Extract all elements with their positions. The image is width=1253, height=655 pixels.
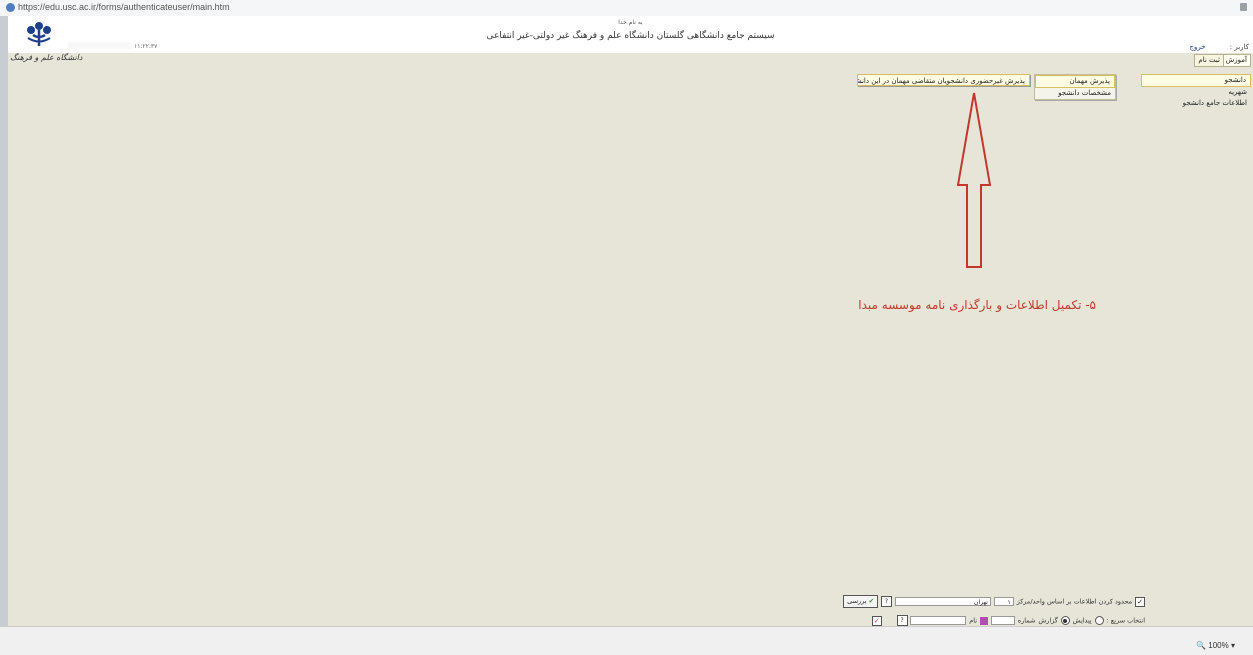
check-icon: ✔ <box>868 597 875 605</box>
site-identity-icon[interactable] <box>6 3 15 12</box>
browser-status-bar: 🔍 100% ▾ <box>0 626 1253 655</box>
center-name-input[interactable]: تهران <box>894 597 991 606</box>
sidebar-item-shahrie[interactable]: شهریه <box>1141 87 1251 98</box>
quick-select-label: انتخاب سریع : <box>1106 616 1146 625</box>
annotation-arrow-icon <box>956 92 992 268</box>
barrasi-label: بررسی <box>847 597 867 605</box>
app-frame: به نام خدا سیستم جامع دانشگاهی گلستان دا… <box>8 16 1253 626</box>
tab-bar: دانشگاه علم و فرهنگ آموزش ثبت نام <box>8 53 1253 67</box>
bismillah-text: به نام خدا <box>618 19 643 26</box>
barrasi-button[interactable]: ✔ بررسی <box>843 595 879 608</box>
annotation-text: ۵- تکمیل اطلاعات و بارگذاری نامه موسسه م… <box>858 298 1096 312</box>
user-row: کاربر : خروج <box>1189 43 1249 51</box>
center-code-input[interactable]: ۱ <box>993 597 1014 606</box>
address-url[interactable]: https://edu.usc.ac.ir/forms/authenticate… <box>18 2 230 12</box>
browser-address-bar: https://edu.usc.ac.ir/forms/authenticate… <box>0 0 1253 17</box>
zoom-level[interactable]: 🔍 100% ▾ <box>1196 641 1235 650</box>
filter-row-center: ✓ محدود کردن اطلاعات بر اساس واحد/مرکز ۱… <box>803 595 1145 609</box>
limit-label: محدود کردن اطلاعات بر اساس واحد/مرکز <box>1016 597 1133 606</box>
search-list-icon[interactable] <box>979 616 988 625</box>
app-header: به نام خدا سیستم جامع دانشگاهی گلستان دا… <box>8 16 1253 53</box>
exit-link[interactable]: خروج <box>1189 43 1205 51</box>
option-gozaresh-label: گزارش <box>1038 616 1058 625</box>
blurred-user-info <box>68 42 130 49</box>
quick-help-button[interactable]: ? <box>896 615 908 626</box>
radio-pidayesh[interactable] <box>1094 616 1104 625</box>
zoom-value: 100% <box>1208 641 1229 650</box>
sidebar-menu: دانشجو شهریه اطلاعات جامع دانشجو <box>1141 74 1251 109</box>
name-label: نام <box>969 616 978 625</box>
number-label: شماره <box>1017 616 1036 625</box>
number-input[interactable] <box>990 616 1015 625</box>
university-signature: دانشگاه علم و فرهنگ <box>10 53 83 62</box>
lock-icon[interactable] <box>1240 3 1247 11</box>
center-help-button[interactable]: ? <box>880 596 892 607</box>
sidebar-item-ettelaat-jame[interactable]: اطلاعات جامع دانشجو <box>1141 98 1251 109</box>
confirm-checkbox[interactable]: ✓ <box>871 615 882 626</box>
radio-gozaresh[interactable] <box>1060 616 1070 625</box>
option-pidayesh-label: پیدایش <box>1072 616 1092 625</box>
clock: ۱۱:۲۲:۳۷ <box>134 43 158 50</box>
limit-checkbox[interactable]: ✓ <box>1135 596 1145 607</box>
sidebar-item-daneshjoo[interactable]: دانشجو <box>1141 74 1251 87</box>
submenu-item-moshakhasat[interactable]: مشخصات دانشجو <box>1035 88 1115 99</box>
submenu-item-paziresh-mehman[interactable]: پذیرش مهمان <box>1035 75 1115 88</box>
name-input[interactable] <box>910 616 967 625</box>
filter-panel: ✓ محدود کردن اطلاعات بر اساس واحد/مرکز ۱… <box>803 595 1145 629</box>
submenu: پذیرش مهمان مشخصات دانشجو <box>1034 74 1116 100</box>
popup-menu-item[interactable]: پذیرش غیرحضوری دانشجویان متقاضی مهمان در… <box>857 74 1030 86</box>
tab-sabt-nam[interactable]: ثبت نام <box>1194 54 1224 67</box>
user-label: کاربر : <box>1229 43 1249 51</box>
tab-amuzesh[interactable]: آموزش <box>1221 54 1251 67</box>
system-title: سیستم جامع دانشگاهی گلستان دانشگاه علم و… <box>486 31 775 41</box>
